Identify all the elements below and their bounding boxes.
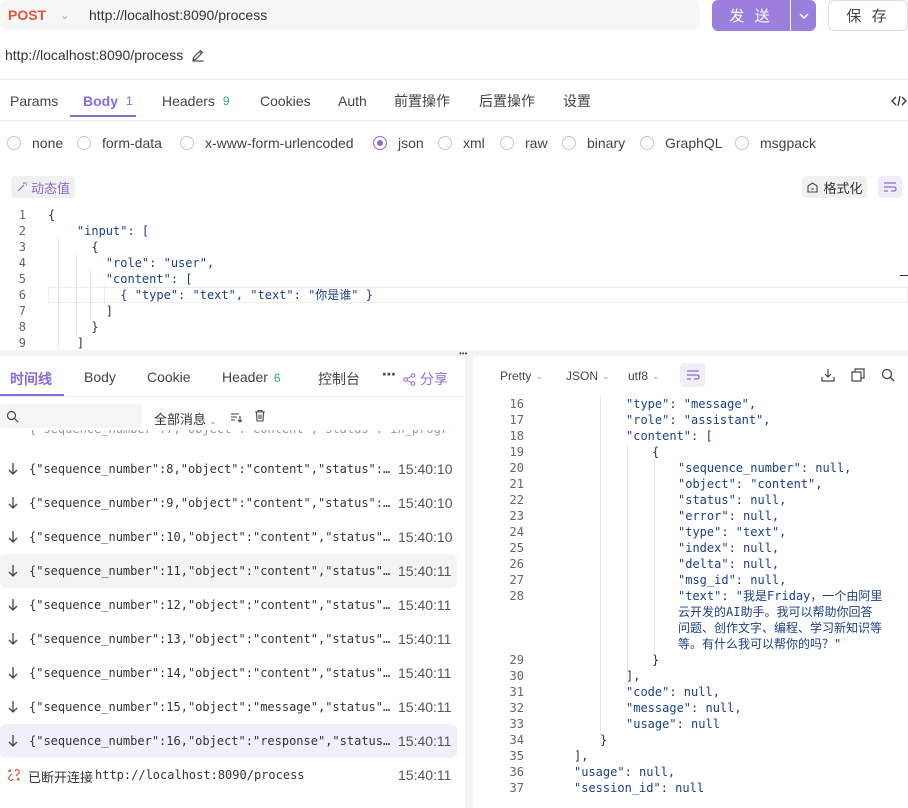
share-button[interactable]: 分享 xyxy=(403,369,448,389)
vertical-splitter[interactable] xyxy=(465,356,473,808)
arrow-down-icon xyxy=(8,565,18,577)
disconnect-icon xyxy=(8,769,20,781)
request-title-text: http://localhost:8090/process xyxy=(5,47,184,63)
download-icon[interactable] xyxy=(821,368,835,385)
save-button[interactable]: 保 存 xyxy=(828,0,908,31)
search-icon[interactable] xyxy=(881,368,895,385)
arrow-down-icon xyxy=(8,735,18,747)
message-filter-select[interactable]: 全部消息 ⌄ xyxy=(154,409,217,428)
tab-count: 6 xyxy=(273,371,281,385)
timeline-row[interactable]: {"sequence_number":10,"object":"content"… xyxy=(0,520,457,554)
horizontal-splitter[interactable]: ••• xyxy=(0,350,908,358)
arrow-down-icon xyxy=(8,497,18,509)
dynamic-value-button[interactable]: 动态值 xyxy=(11,176,75,198)
tab-cookie[interactable]: Cookie xyxy=(147,369,191,385)
arrow-down-icon xyxy=(8,463,18,475)
chevron-down-icon: ⌄ xyxy=(60,9,70,22)
timeline-row-clipped: {"sequence_number":7,"object":"content",… xyxy=(29,430,449,440)
tab-body[interactable]: Body 1 xyxy=(83,84,133,118)
search-icon xyxy=(6,410,19,423)
request-title: http://localhost:8090/process xyxy=(5,44,205,66)
timeline-disconnect-row[interactable]: 已断开连接 http://localhost:8090/process 15:4… xyxy=(0,758,457,792)
radio-x-www-form-urlencoded[interactable]: x-www-form-urlencoded xyxy=(180,134,354,152)
tab-count: 9 xyxy=(222,94,230,108)
share-icon xyxy=(403,372,416,386)
radio-json[interactable]: json xyxy=(373,134,424,152)
radio-xml[interactable]: xml xyxy=(438,134,485,152)
edit-icon[interactable] xyxy=(191,48,205,62)
tab-auth[interactable]: Auth xyxy=(338,84,367,118)
format-button[interactable]: 格式化 xyxy=(802,176,867,198)
send-button[interactable]: 发 送 xyxy=(712,0,790,31)
scroll-marker xyxy=(900,275,908,276)
arrow-down-icon xyxy=(8,701,18,713)
timeline-row[interactable]: {"sequence_number":15,"object":"message"… xyxy=(0,690,457,724)
timeline-row[interactable]: {"sequence_number":12,"object":"content"… xyxy=(0,588,457,622)
copy-icon[interactable] xyxy=(851,368,865,385)
format-icon xyxy=(807,181,819,193)
timeline-row[interactable]: {"sequence_number":16,"object":"response… xyxy=(0,724,457,758)
send-options-button[interactable] xyxy=(791,0,816,31)
more-icon[interactable]: ⋯ xyxy=(382,366,396,383)
timeline-search-input[interactable] xyxy=(0,404,142,428)
encoding-select[interactable]: utf8 ⌄ xyxy=(628,369,660,383)
arrow-down-icon xyxy=(8,531,18,543)
radio-msgpack[interactable]: msgpack xyxy=(735,134,816,152)
timeline-row[interactable]: {"sequence_number":13,"object":"content"… xyxy=(0,622,457,656)
arrow-down-icon xyxy=(8,599,18,611)
wrap-lines-icon[interactable] xyxy=(878,176,902,198)
tab-cookies[interactable]: Cookies xyxy=(260,84,311,118)
tab-settings[interactable]: 设置 xyxy=(563,84,591,118)
wrap-lines-icon[interactable] xyxy=(680,363,705,387)
tab-timeline[interactable]: 时间线 xyxy=(10,369,52,389)
tab-response-body[interactable]: Body xyxy=(84,369,116,385)
radio-none[interactable]: none xyxy=(7,134,63,152)
url-input[interactable]: http://localhost:8090/process xyxy=(76,0,700,30)
radio-raw[interactable]: raw xyxy=(500,134,548,152)
timeline-row[interactable]: {"sequence_number":14,"object":"content"… xyxy=(0,656,457,690)
code-icon[interactable] xyxy=(891,84,907,118)
tab-headers[interactable]: Headers 9 xyxy=(162,84,230,118)
active-tab-indicator xyxy=(70,115,136,117)
arrow-down-icon xyxy=(8,667,18,679)
format-select[interactable]: JSON ⌄ xyxy=(566,369,610,383)
tab-params[interactable]: Params xyxy=(10,84,58,118)
tab-count: 1 xyxy=(126,94,133,108)
method-label: POST xyxy=(8,7,47,23)
method-select[interactable]: POST ⌄ xyxy=(0,0,76,30)
arrow-down-icon xyxy=(8,633,18,645)
filter-sort-icon[interactable] xyxy=(230,410,243,426)
tab-console[interactable]: 控制台 xyxy=(318,369,360,389)
timeline-row[interactable]: {"sequence_number":11,"object":"content"… xyxy=(0,554,457,588)
timeline-row[interactable]: {"sequence_number":9,"object":"content",… xyxy=(0,486,457,520)
chevron-down-icon xyxy=(798,12,809,19)
radio-binary[interactable]: binary xyxy=(562,134,625,152)
url-value: http://localhost:8090/process xyxy=(89,7,268,23)
radio-graphql[interactable]: GraphQL xyxy=(640,134,723,152)
trash-icon[interactable] xyxy=(254,409,266,425)
tab-pre-operations[interactable]: 前置操作 xyxy=(394,84,450,118)
tab-header[interactable]: Header 6 xyxy=(222,369,281,385)
tab-post-operations[interactable]: 后置操作 xyxy=(479,84,535,118)
view-mode-select[interactable]: Pretty ⌄ xyxy=(500,369,543,383)
radio-form-data[interactable]: form-data xyxy=(77,134,162,152)
timeline-row[interactable]: {"sequence_number":8,"object":"content",… xyxy=(0,452,457,486)
magic-wand-icon xyxy=(17,182,27,192)
